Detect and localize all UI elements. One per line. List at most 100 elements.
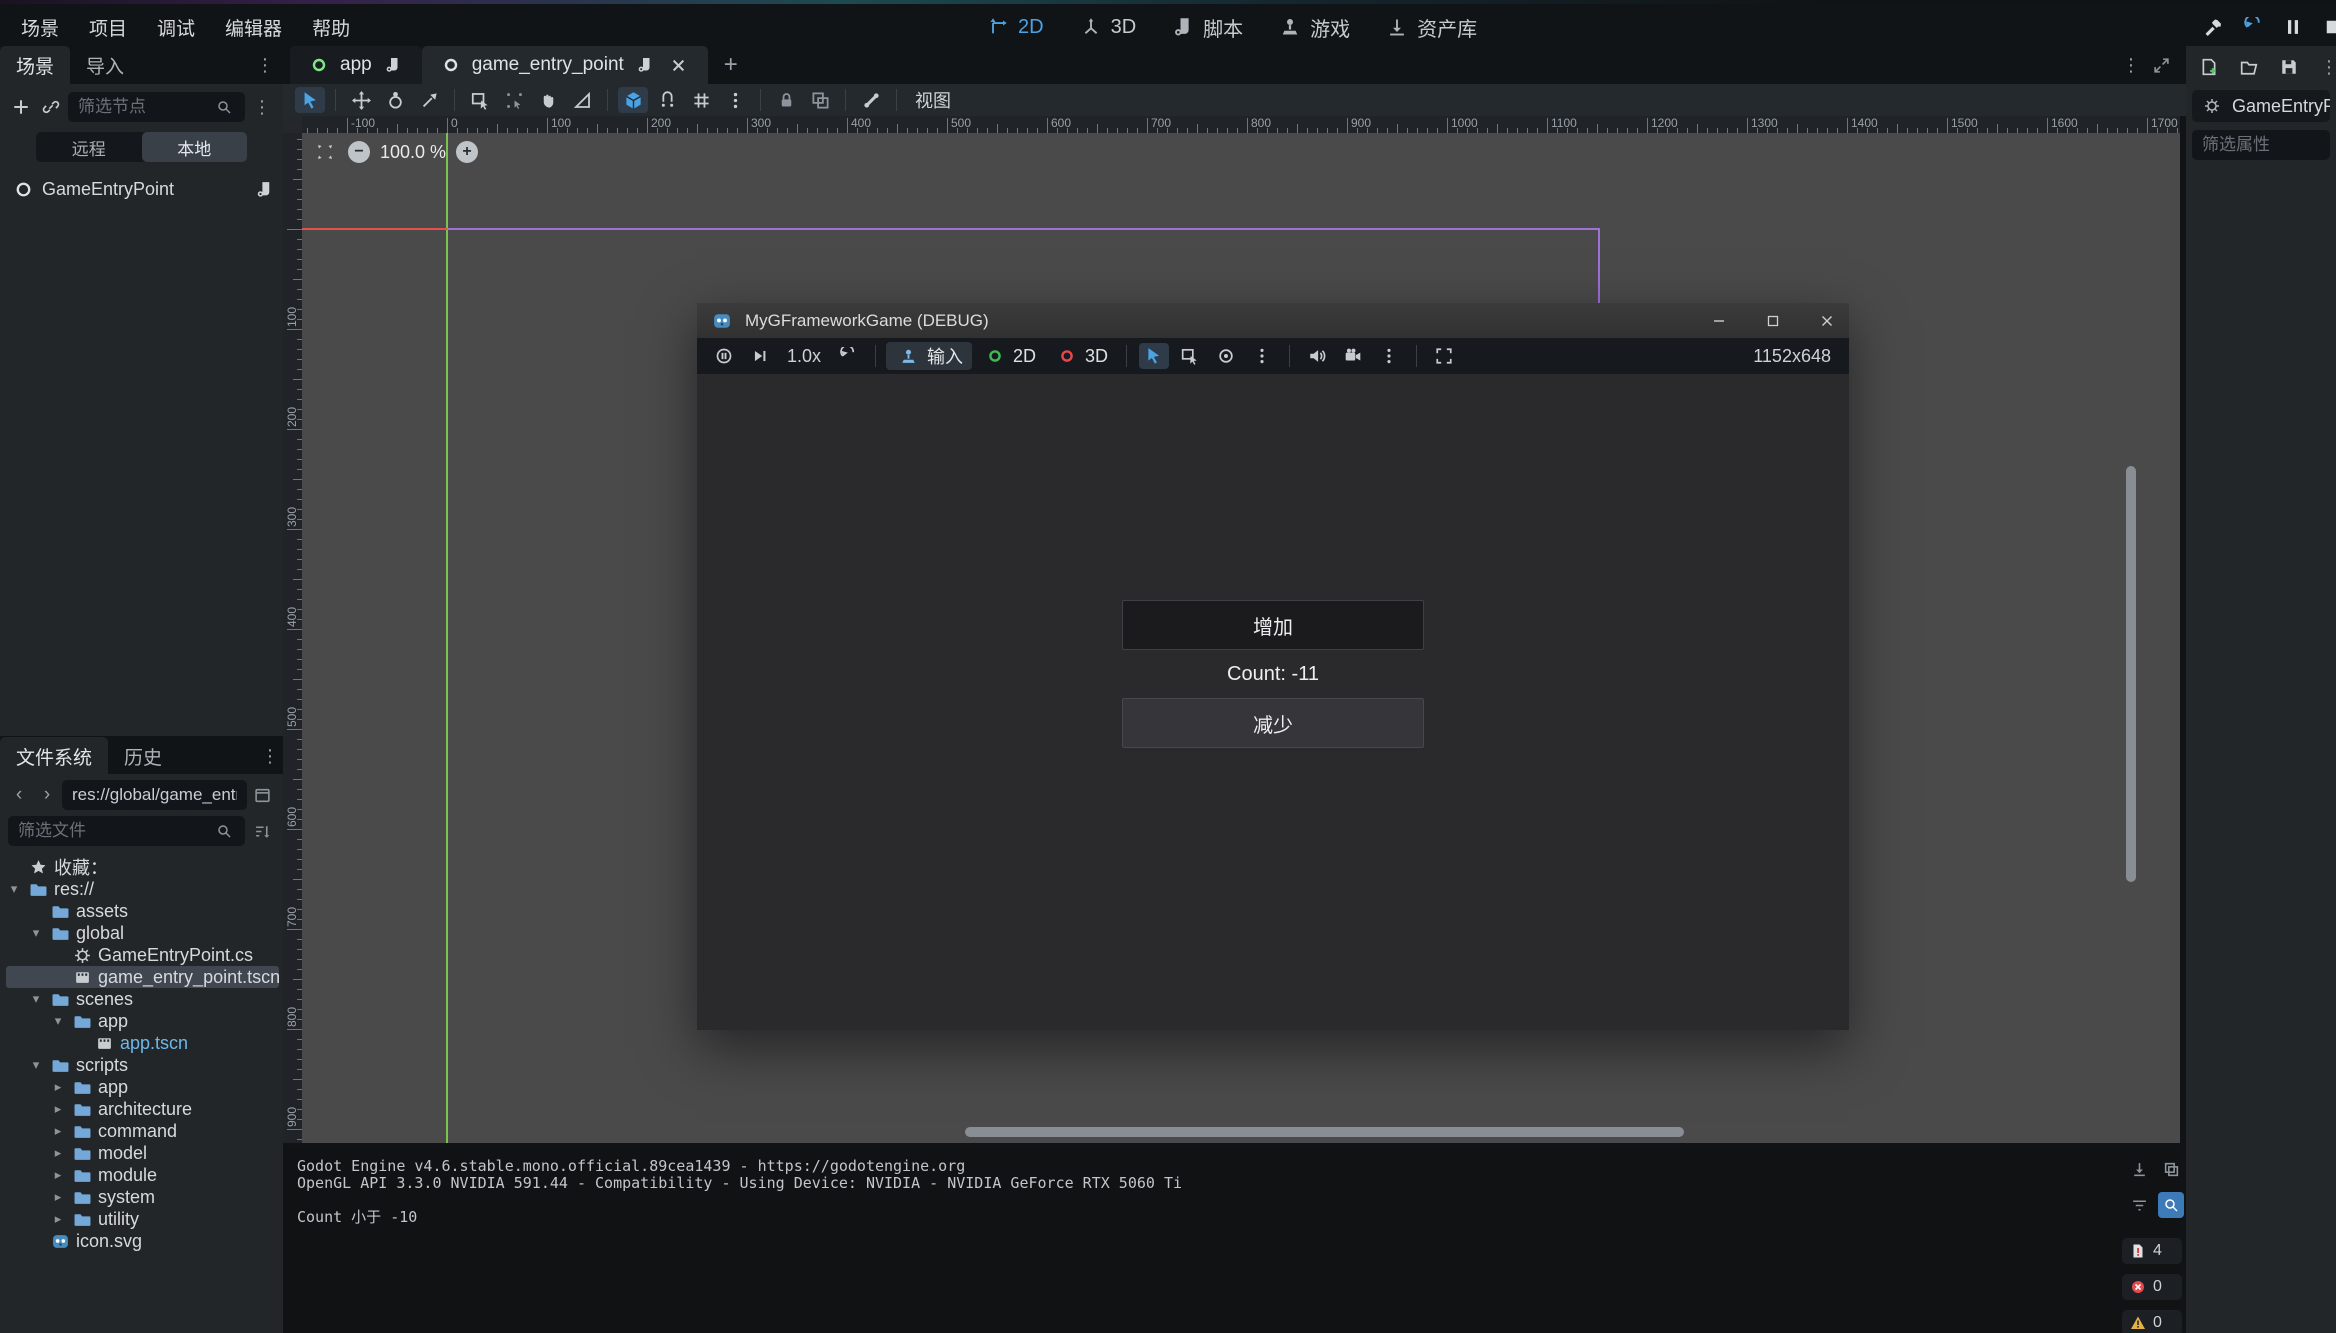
next-frame-icon[interactable] xyxy=(745,343,775,369)
maximize-button[interactable] xyxy=(1751,303,1795,338)
file-tree-row-system[interactable]: ▸system xyxy=(6,1186,279,1208)
scene-tree-node-row[interactable]: GameEntryPoint xyxy=(10,176,277,202)
restart-icon[interactable] xyxy=(2240,14,2266,40)
chevron-down-icon[interactable]: ▾ xyxy=(50,1013,66,1029)
scene-dock-menu-icon[interactable]: ⋮ xyxy=(252,52,278,78)
file-tree-row-scenes[interactable]: ▾scenes xyxy=(6,988,279,1010)
ruler-icon[interactable] xyxy=(567,87,597,113)
lock-icon[interactable] xyxy=(771,87,801,113)
scene-tab-app[interactable]: app xyxy=(290,46,422,84)
chevron-right-icon[interactable]: ▸ xyxy=(50,1167,66,1183)
dock-tab-文件系统[interactable]: 文件系统 xyxy=(0,737,108,775)
menu-item-1[interactable]: 项目 xyxy=(74,14,142,41)
remote-tab[interactable]: 远程 xyxy=(36,132,142,162)
increase-button[interactable]: 增加 xyxy=(1122,600,1424,650)
close-tab-icon[interactable] xyxy=(666,52,692,78)
file-tree-row-module[interactable]: ▸module xyxy=(6,1164,279,1186)
chevron-down-icon[interactable]: ▾ xyxy=(6,881,22,897)
file-tree-row-game_entry_point.tscn[interactable]: game_entry_point.tscn xyxy=(6,966,279,988)
camera-icon[interactable] xyxy=(1338,343,1368,369)
file-tree-row-model[interactable]: ▸model xyxy=(6,1142,279,1164)
select-icon[interactable] xyxy=(295,87,325,113)
rotate-icon[interactable] xyxy=(380,87,410,113)
close-button[interactable] xyxy=(1805,303,1849,338)
mode-3D-button[interactable]: 3D xyxy=(1046,343,1116,369)
speaker-icon[interactable] xyxy=(1302,343,1332,369)
chevron-down-icon[interactable]: ▾ xyxy=(28,1057,44,1073)
file-tree-row-architecture[interactable]: ▸architecture xyxy=(6,1098,279,1120)
script-icon[interactable] xyxy=(380,52,406,78)
pan-icon[interactable] xyxy=(533,87,563,113)
copy-log-icon[interactable] xyxy=(2158,1156,2184,1182)
target-icon[interactable] xyxy=(1211,343,1241,369)
add-node-icon[interactable] xyxy=(8,94,34,120)
menu-item-4[interactable]: 帮助 xyxy=(297,14,365,41)
chevron-right-icon[interactable]: ▸ xyxy=(50,1101,66,1117)
file-tree-row-icon.svg[interactable]: icon.svg xyxy=(6,1230,279,1252)
chevron-right-icon[interactable]: ▸ xyxy=(50,1079,66,1095)
chevron-right-icon[interactable]: ▸ xyxy=(50,1123,66,1139)
pixel-snap-icon[interactable] xyxy=(499,87,529,113)
nav-forward-icon[interactable]: › xyxy=(34,782,60,808)
chevron-right-icon[interactable]: ▸ xyxy=(50,1189,66,1205)
workspace-tab-脚本[interactable]: 脚本 xyxy=(1170,13,1243,42)
scroll-to-bottom-icon[interactable] xyxy=(2126,1156,2152,1182)
local-tab[interactable]: 本地 xyxy=(142,132,248,162)
grid-snap-icon[interactable] xyxy=(686,87,716,113)
horizontal-scrollbar-thumb[interactable] xyxy=(965,1127,1684,1137)
smart-snap-icon[interactable] xyxy=(618,87,648,113)
load-resource-icon[interactable] xyxy=(2236,54,2262,80)
filter-nodes-input[interactable] xyxy=(76,96,211,118)
file-tree-row-GameEntryPoint.cs[interactable]: GameEntryPoint.cs xyxy=(6,944,279,966)
menu-item-3[interactable]: 编辑器 xyxy=(210,14,297,41)
move-icon[interactable] xyxy=(346,87,376,113)
warnings-badge[interactable]: 0 xyxy=(2122,1310,2182,1333)
decrease-button[interactable]: 减少 xyxy=(1122,698,1424,748)
sort-files-icon[interactable] xyxy=(249,818,275,844)
scene-tree-menu-icon[interactable]: ⋮ xyxy=(249,94,275,120)
filter-files-input[interactable] xyxy=(16,820,211,842)
menu-item-0[interactable]: 场景 xyxy=(6,14,74,41)
stop-icon[interactable] xyxy=(2320,14,2336,40)
game-window-titlebar[interactable]: MyGFrameworkGame (DEBUG) xyxy=(697,303,1849,338)
restart-icon[interactable] xyxy=(833,343,863,369)
file-tree-row-res://[interactable]: ▾res:// xyxy=(6,878,279,900)
suspend-icon[interactable] xyxy=(709,343,739,369)
select-icon[interactable] xyxy=(1139,343,1169,369)
chevron-down-icon[interactable]: ▾ xyxy=(28,991,44,1007)
workspace-tab-资产库[interactable]: 资产库 xyxy=(1384,13,1477,42)
list-select-icon[interactable] xyxy=(465,87,495,113)
dock-tab-场景[interactable]: 场景 xyxy=(0,46,70,84)
filter-properties-input[interactable] xyxy=(2200,134,2322,156)
file-tree-row-global[interactable]: ▾global xyxy=(6,922,279,944)
file-tree-row-assets[interactable]: assets xyxy=(6,900,279,922)
view-menu-button[interactable]: 视图 xyxy=(905,87,961,113)
menu-item-2[interactable]: 调试 xyxy=(142,14,210,41)
dock-tab-导入[interactable]: 导入 xyxy=(70,46,140,84)
scene-tabs-menu-icon[interactable]: ⋮ xyxy=(2118,52,2144,78)
bone-icon[interactable] xyxy=(856,87,886,113)
zoom-out-button[interactable]: − xyxy=(348,141,370,163)
menu-icon[interactable] xyxy=(720,87,750,113)
distraction-free-icon[interactable] xyxy=(2148,52,2174,78)
2d-viewport-canvas[interactable]: − 100.0 % + MyGFrameworkGame (DEBUG) 1.0… xyxy=(302,133,2180,1143)
scene-tab-game_entry_point[interactable]: game_entry_point xyxy=(422,46,708,84)
split-view-icon[interactable] xyxy=(249,782,275,808)
group-icon[interactable] xyxy=(805,87,835,113)
messages-badge[interactable]: 4 xyxy=(2122,1238,2182,1264)
list-select-icon[interactable] xyxy=(1175,343,1205,369)
chevron-right-icon[interactable]: ▸ xyxy=(50,1145,66,1161)
inspected-object-row[interactable]: GameEntryPoint.cs xyxy=(2192,90,2330,122)
chevron-down-icon[interactable]: ▾ xyxy=(28,925,44,941)
workspace-tab-2D[interactable]: 2D xyxy=(985,14,1044,40)
zoom-percent[interactable]: 100.0 % xyxy=(380,142,446,163)
new-resource-icon[interactable] xyxy=(2196,54,2222,80)
file-tree-row-收藏：[interactable]: 收藏： xyxy=(6,856,279,878)
filesystem-menu-icon[interactable]: ⋮ xyxy=(257,743,283,769)
mode-2D-button[interactable]: 2D xyxy=(974,343,1044,369)
vertical-scrollbar-thumb[interactable] xyxy=(2126,466,2136,882)
magnet-snap-icon[interactable] xyxy=(652,87,682,113)
build-tool-icon[interactable] xyxy=(2200,14,2226,40)
file-tree-row-app[interactable]: ▾app xyxy=(6,1010,279,1032)
instance-scene-icon[interactable] xyxy=(38,94,64,120)
